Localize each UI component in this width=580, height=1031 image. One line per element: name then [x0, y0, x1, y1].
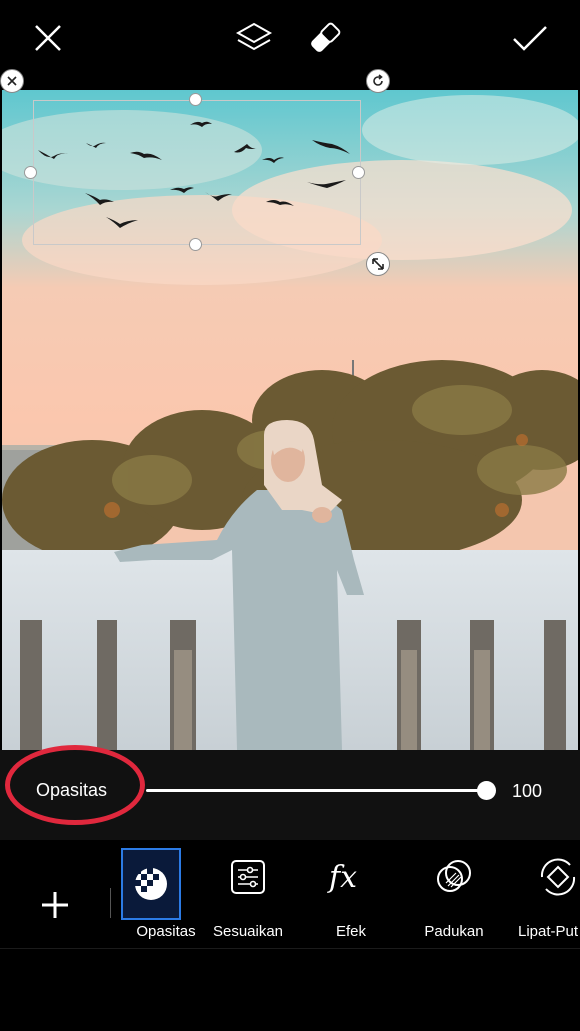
add-button[interactable] — [30, 880, 80, 930]
close-button[interactable] — [28, 18, 68, 58]
tool-label-efek: Efek — [335, 923, 366, 940]
bottom-toolbar: Opasitas Sesuaikan fx Efek Padukan Lipat… — [0, 840, 580, 949]
resize-handle-right[interactable] — [352, 166, 365, 179]
opacity-value: 100 — [512, 781, 543, 801]
close-icon — [7, 76, 17, 86]
highlight-annotation-ring — [5, 745, 145, 825]
adjust-icon-wrap — [219, 848, 277, 906]
opacity-slider-thumb[interactable] — [477, 781, 496, 800]
resize-handle-left[interactable] — [24, 166, 37, 179]
tool-label-lipat-putar: Lipat-Put — [518, 923, 579, 940]
blend-icon — [437, 860, 471, 892]
fx-icon: fx — [327, 860, 357, 895]
plus-icon — [42, 892, 68, 918]
layers-icon — [235, 22, 273, 51]
fx-icon-wrap: fx — [322, 848, 380, 906]
close-icon — [35, 25, 61, 51]
resize-handle-top[interactable] — [189, 93, 202, 106]
svg-text:fx: fx — [327, 860, 357, 895]
tool-sesuaikan[interactable]: Sesuaikan — [198, 840, 298, 948]
eraser-icon — [311, 22, 341, 52]
rotate-icon — [373, 74, 383, 86]
scale-handle[interactable] — [366, 252, 390, 276]
opacity-slider-track[interactable] — [146, 789, 486, 792]
tool-label-padukan: Padukan — [424, 923, 484, 940]
tool-label-sesuaikan: Sesuaikan — [212, 923, 284, 940]
checkmark-icon — [513, 26, 547, 51]
flip-rotate-icon-wrap — [529, 848, 580, 906]
resize-handle-bottom[interactable] — [189, 238, 202, 251]
opacity-icon-tile — [121, 848, 181, 920]
eraser-button[interactable] — [305, 18, 345, 58]
opacity-icon — [135, 868, 167, 900]
apply-button[interactable] — [510, 18, 550, 58]
rotate-sticker-button[interactable] — [366, 69, 390, 93]
top-toolbar — [0, 0, 580, 76]
toolbar-divider — [110, 888, 111, 918]
diagonal-resize-icon — [372, 258, 384, 270]
layers-button[interactable] — [234, 18, 274, 58]
sticker-selection-box[interactable] — [33, 100, 361, 245]
tool-lipat-putar[interactable]: Lipat-Put — [508, 840, 580, 948]
blend-icon-wrap — [425, 848, 483, 906]
delete-sticker-button[interactable] — [0, 69, 24, 93]
tool-efek[interactable]: fx Efek — [301, 840, 401, 948]
flip-rotate-icon — [540, 858, 576, 896]
tool-opasitas[interactable]: Opasitas — [110, 840, 210, 948]
adjust-icon — [231, 860, 265, 894]
tool-padukan[interactable]: Padukan — [404, 840, 504, 948]
photo-canvas[interactable] — [2, 90, 578, 750]
